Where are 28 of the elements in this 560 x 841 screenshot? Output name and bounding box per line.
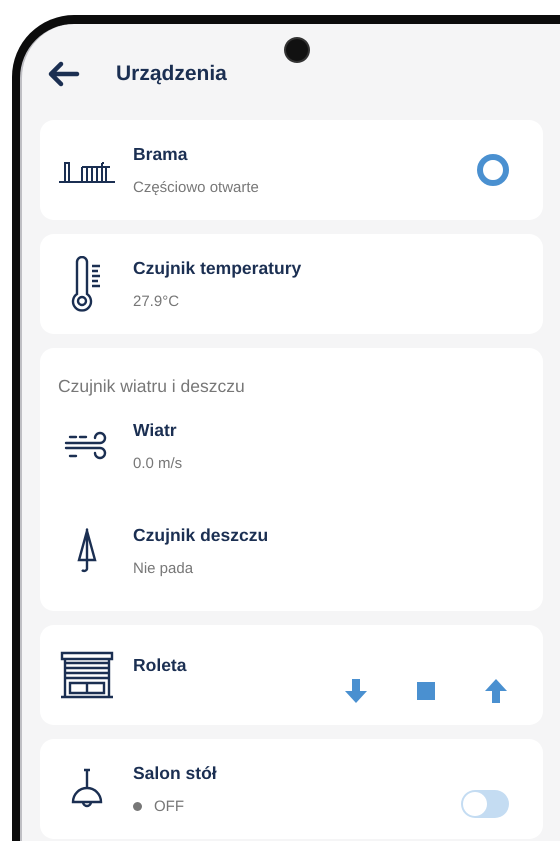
sensor-row[interactable]: Wiatr 0.0 m/s bbox=[40, 401, 543, 491]
device-name: Salon stół bbox=[133, 763, 218, 784]
front-camera-icon bbox=[286, 39, 308, 61]
pendant-lamp-icon bbox=[70, 768, 104, 810]
window-blind-icon bbox=[60, 651, 114, 699]
umbrella-icon bbox=[76, 528, 98, 574]
device-status: Częściowo otwarte bbox=[133, 179, 259, 196]
gate-status-ring-icon bbox=[477, 154, 509, 186]
toggle-switch[interactable] bbox=[461, 790, 509, 818]
device-name: Brama bbox=[133, 144, 189, 165]
device-name: Wiatr bbox=[133, 420, 178, 441]
device-name: Czujnik deszczu bbox=[133, 525, 270, 546]
device-name: Czujnik temperatury bbox=[133, 258, 302, 279]
device-card[interactable]: Salon stół OFF bbox=[40, 739, 543, 839]
group-title: Czujnik wiatru i deszczu bbox=[57, 375, 246, 398]
device-status: Nie pada bbox=[133, 560, 194, 577]
device-name: Roleta bbox=[133, 655, 188, 676]
device-card[interactable]: Roleta bbox=[40, 625, 543, 725]
device-status: OFF bbox=[154, 798, 184, 815]
device-card[interactable]: Czujnik temperatury 27.9°C bbox=[40, 234, 543, 334]
back-arrow-icon[interactable] bbox=[48, 61, 80, 87]
device-status: 27.9°C bbox=[133, 293, 180, 310]
page-title: Urządzenia bbox=[116, 62, 227, 86]
device-status: 0.0 m/s bbox=[133, 455, 182, 472]
arrow-up-button[interactable] bbox=[485, 679, 507, 703]
sensor-row[interactable]: Czujnik deszczu Nie pada bbox=[40, 491, 543, 611]
device-card[interactable]: Brama Częściowo otwarte bbox=[40, 120, 543, 220]
arrow-down-button[interactable] bbox=[345, 679, 367, 703]
